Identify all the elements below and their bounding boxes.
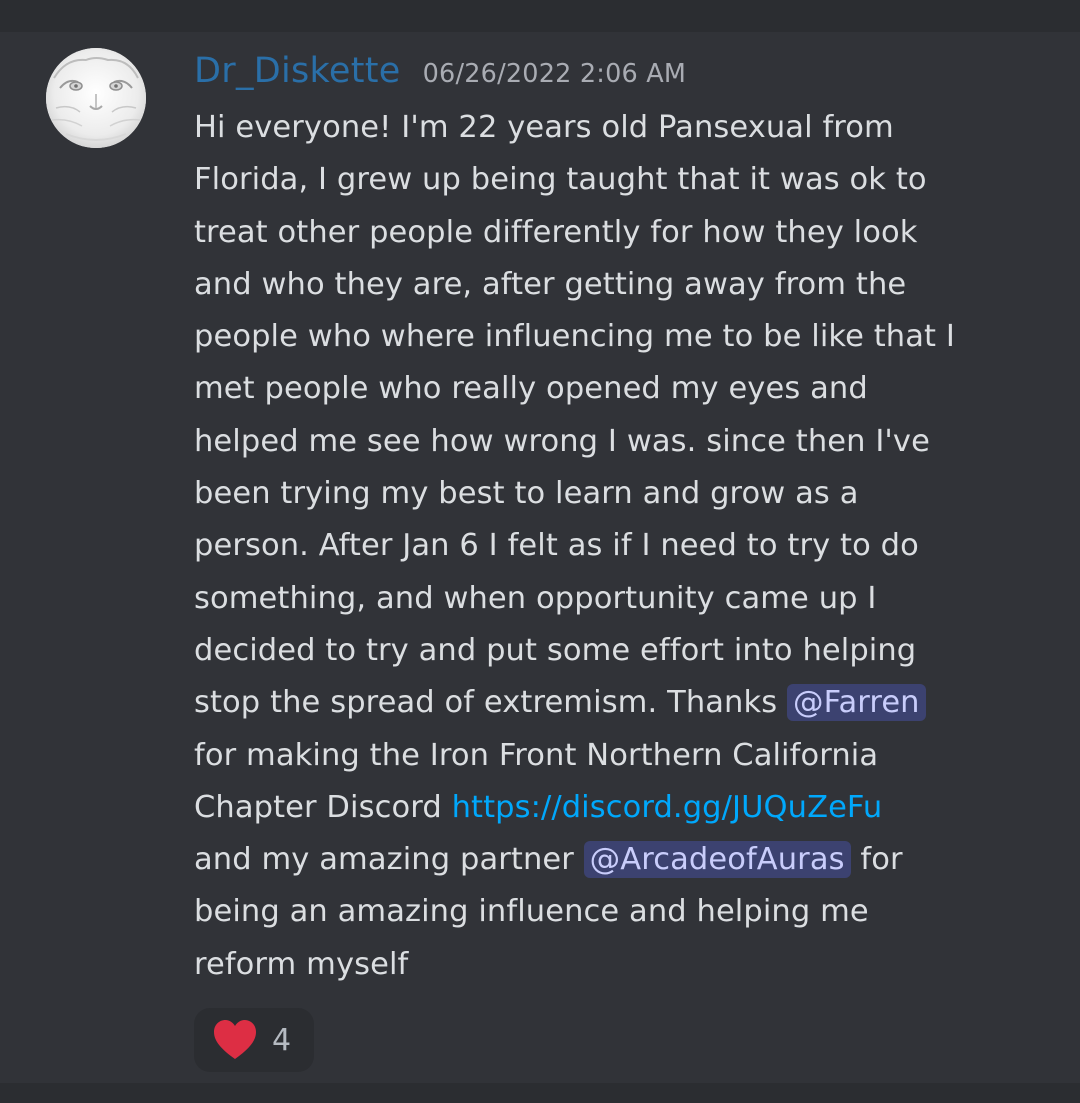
message-line: helped me see how wrong I was. since the…: [194, 423, 930, 459]
white-tiger-avatar-icon: [46, 48, 146, 148]
heart-reaction-button[interactable]: 4: [194, 1008, 314, 1072]
message-line: treat other people differently for how t…: [194, 214, 918, 250]
message-line: stop the spread of extremism. Thanks @Fa…: [194, 677, 1054, 729]
red-heart-icon: [214, 1020, 256, 1059]
message-line: and who they are, after getting away fro…: [194, 266, 907, 302]
message-line: met people who really opened my eyes and: [194, 371, 868, 407]
line-text: Chapter Discord: [194, 789, 452, 825]
message-line: reform myself: [194, 946, 409, 982]
message-line: being an amazing influence and helping m…: [194, 894, 869, 930]
message-line: been trying my best to learn and grow as…: [194, 476, 859, 512]
line-text: stop the spread of extremism. Thanks: [194, 685, 788, 721]
message-content: Hi everyone! I'm 22 years old Pansexual …: [194, 102, 1054, 991]
bottom-band: [0, 1083, 1080, 1103]
reaction-count: 4: [272, 1022, 292, 1058]
message-line: Chapter Discord https://discord.gg/JUQuZ…: [194, 782, 1054, 834]
line-text: and my amazing partner: [194, 842, 584, 878]
avatar[interactable]: [46, 48, 146, 148]
timestamp: 06/26/2022 2:06 AM: [422, 59, 687, 89]
message-line: for making the Iron Front Northern Calif…: [194, 737, 879, 773]
message-line: Florida, I grew up being taught that it …: [194, 162, 927, 198]
message-line: person. After Jan 6 I felt as if I need …: [194, 528, 919, 564]
mention-farren[interactable]: @Farren: [787, 684, 926, 722]
line-text: for: [850, 842, 903, 878]
message-line: Hi everyone! I'm 22 years old Pansexual …: [194, 110, 894, 145]
discord-invite-link[interactable]: https://discord.gg/JUQuZeFu: [452, 790, 883, 825]
message-line: people who where influencing me to be li…: [194, 319, 955, 355]
chat-message: Dr_Diskette 06/26/2022 2:06 AM Hi everyo…: [0, 32, 1080, 1083]
mention-arcadeofauras[interactable]: @ArcadeofAuras: [583, 841, 851, 879]
message-line: and my amazing partner @ArcadeofAuras fo…: [194, 834, 1054, 886]
message-header: Dr_Diskette 06/26/2022 2:06 AM: [194, 48, 686, 94]
username[interactable]: Dr_Diskette: [194, 48, 401, 94]
top-band: [0, 0, 1080, 32]
message-line: decided to try and put some effort into …: [194, 632, 917, 668]
message-line: something, and when opportunity came up …: [194, 580, 877, 616]
